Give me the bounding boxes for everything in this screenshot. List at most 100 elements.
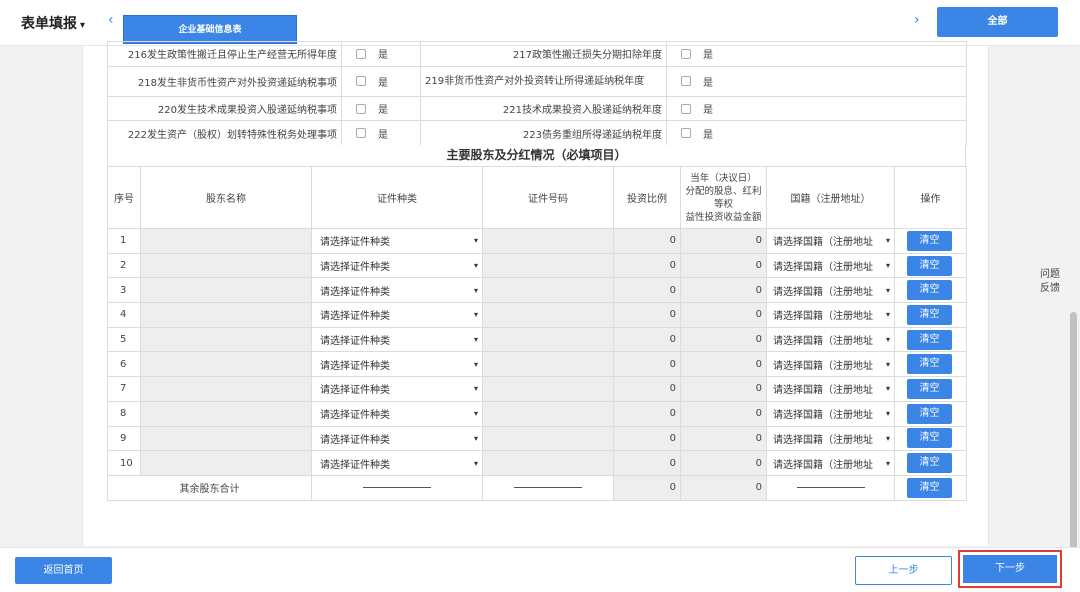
- id-type-select[interactable]: 请选择证件种类 ▾: [311, 326, 483, 353]
- dividend-amount-input[interactable]: 0: [680, 252, 767, 279]
- investment-ratio-input[interactable]: 0: [613, 450, 681, 476]
- yes-checkbox[interactable]: [356, 103, 366, 114]
- id-number-input[interactable]: [482, 228, 614, 254]
- previous-step-button[interactable]: 上一步: [855, 556, 952, 585]
- tab-enterprise-basic-info[interactable]: 企业基础信息表: [123, 15, 297, 44]
- dividend-amount-input[interactable]: 0: [680, 302, 767, 328]
- yes-checkbox[interactable]: [356, 76, 366, 87]
- clear-row-button[interactable]: 清空: [907, 403, 952, 424]
- id-type-select[interactable]: 请选择证件种类 ▾: [311, 302, 483, 328]
- clear-row-button[interactable]: 清空: [907, 378, 952, 399]
- clear-row-button[interactable]: 清空: [907, 304, 952, 325]
- clear-row-button[interactable]: 清空: [907, 280, 952, 301]
- shareholder-name-input[interactable]: [140, 277, 312, 304]
- id-type-select-body: 请选择证件种类 ▾: [320, 233, 478, 248]
- id-number-input[interactable]: [482, 252, 614, 279]
- dividend-amount-input[interactable]: 0: [680, 450, 767, 476]
- investment-ratio-input[interactable]: 0: [613, 252, 681, 279]
- id-type-select[interactable]: 请选择证件种类 ▾: [311, 425, 483, 452]
- clear-row-button[interactable]: 清空: [907, 255, 952, 276]
- shareholder-row: 1 请选择证件种类 ▾ 0 0 请选择国籍（注册地址 ▾ 清空: [107, 228, 967, 254]
- clear-row-button[interactable]: 清空: [907, 230, 952, 251]
- id-number-input[interactable]: [482, 376, 614, 402]
- clear-total-button[interactable]: 清空: [907, 477, 952, 498]
- id-type-value: 请选择证件种类: [320, 262, 390, 274]
- nationality-select[interactable]: 请选择国籍（注册地址 ▾: [766, 450, 895, 476]
- nationality-select[interactable]: 请选择国籍（注册地址 ▾: [766, 425, 895, 452]
- investment-ratio-input[interactable]: 0: [613, 326, 681, 353]
- id-type-select-body: 请选择证件种类 ▾: [320, 307, 478, 322]
- row-seq: 4: [107, 302, 141, 328]
- id-type-select[interactable]: 请选择证件种类 ▾: [311, 252, 483, 279]
- clear-row-button[interactable]: 清空: [907, 453, 952, 474]
- shareholder-name-input[interactable]: [140, 252, 312, 279]
- shareholder-name-input[interactable]: [140, 376, 312, 402]
- id-type-select[interactable]: 请选择证件种类 ▾: [311, 450, 483, 476]
- chevron-right-icon[interactable]: ›: [914, 12, 920, 28]
- yes-checkbox[interactable]: [356, 48, 366, 59]
- yes-checkbox[interactable]: [681, 76, 691, 87]
- id-number-input[interactable]: [482, 351, 614, 378]
- id-type-select[interactable]: 请选择证件种类 ▾: [311, 228, 483, 254]
- id-number-input[interactable]: [482, 302, 614, 328]
- investment-ratio-input[interactable]: 0: [613, 376, 681, 402]
- yes-checkbox[interactable]: [681, 48, 691, 59]
- yes-checkbox[interactable]: [356, 128, 366, 139]
- investment-ratio-input[interactable]: 0: [613, 425, 681, 452]
- investment-ratio-input[interactable]: 0: [613, 351, 681, 378]
- investment-ratio-input[interactable]: 0: [613, 277, 681, 304]
- investment-ratio-input[interactable]: 0: [613, 228, 681, 254]
- id-number-input[interactable]: [482, 277, 614, 304]
- nationality-select[interactable]: 请选择国籍（注册地址 ▾: [766, 400, 895, 427]
- id-type-select[interactable]: 请选择证件种类 ▾: [311, 351, 483, 378]
- nationality-select[interactable]: 请选择国籍（注册地址 ▾: [766, 277, 895, 304]
- dividend-amount-input[interactable]: 0: [680, 351, 767, 378]
- id-number-input[interactable]: [482, 400, 614, 427]
- id-number-input[interactable]: [482, 326, 614, 353]
- clear-row-button[interactable]: 清空: [907, 329, 952, 350]
- question-row: 216发生政策性搬迁且停止生产经营无所得年度 是 217政策性搬迁损失分期扣除年度 是: [107, 41, 967, 67]
- all-tabs-button[interactable]: 全部: [937, 7, 1058, 37]
- nationality-select[interactable]: 请选择国籍（注册地址 ▾: [766, 326, 895, 353]
- clear-row-button[interactable]: 清空: [907, 354, 952, 375]
- dividend-amount-input[interactable]: 0: [680, 228, 767, 254]
- nationality-select-body: 请选择国籍（注册地址 ▾: [773, 233, 890, 248]
- investment-ratio-input[interactable]: 0: [613, 302, 681, 328]
- id-type-value: 请选择证件种类: [320, 286, 390, 298]
- nationality-select[interactable]: 请选择国籍（注册地址 ▾: [766, 252, 895, 279]
- shareholder-name-input[interactable]: [140, 450, 312, 476]
- id-type-select[interactable]: 请选择证件种类 ▾: [311, 376, 483, 402]
- dividend-amount-input[interactable]: 0: [680, 326, 767, 353]
- shareholder-name-input[interactable]: [140, 425, 312, 452]
- nationality-select[interactable]: 请选择国籍（注册地址 ▾: [766, 302, 895, 328]
- dividend-amount-input[interactable]: 0: [680, 425, 767, 452]
- back-home-button[interactable]: 返回首页: [15, 557, 112, 584]
- clear-row-button[interactable]: 清空: [907, 428, 952, 449]
- next-step-button[interactable]: 下一步: [963, 555, 1057, 583]
- id-type-select-body: 请选择证件种类 ▾: [320, 258, 478, 273]
- form-menu-title: 表单填报: [21, 16, 77, 32]
- dividend-amount-input[interactable]: 0: [680, 277, 767, 304]
- form-menu-dropdown[interactable]: 表单填报 ▾: [21, 13, 85, 33]
- yes-checkbox[interactable]: [681, 103, 691, 114]
- shareholder-name-input[interactable]: [140, 351, 312, 378]
- shareholder-name-input[interactable]: [140, 302, 312, 328]
- nationality-select[interactable]: 请选择国籍（注册地址 ▾: [766, 351, 895, 378]
- chevron-left-icon[interactable]: ‹: [108, 12, 114, 28]
- feedback-button[interactable]: 问题 反馈: [1033, 268, 1067, 304]
- dividend-amount-input[interactable]: 0: [680, 400, 767, 427]
- yes-checkbox[interactable]: [681, 128, 691, 139]
- page-scrollbar[interactable]: [1070, 312, 1077, 560]
- id-type-select[interactable]: 请选择证件种类 ▾: [311, 277, 483, 304]
- investment-ratio-input[interactable]: 0: [613, 400, 681, 427]
- id-number-input[interactable]: [482, 425, 614, 452]
- shareholder-name-input[interactable]: [140, 400, 312, 427]
- row-seq: 1: [107, 228, 141, 254]
- shareholder-name-input[interactable]: [140, 326, 312, 353]
- nationality-select[interactable]: 请选择国籍（注册地址 ▾: [766, 376, 895, 402]
- id-number-input[interactable]: [482, 450, 614, 476]
- id-type-select[interactable]: 请选择证件种类 ▾: [311, 400, 483, 427]
- nationality-select[interactable]: 请选择国籍（注册地址 ▾: [766, 228, 895, 254]
- dividend-amount-input[interactable]: 0: [680, 376, 767, 402]
- shareholder-name-input[interactable]: [140, 228, 312, 254]
